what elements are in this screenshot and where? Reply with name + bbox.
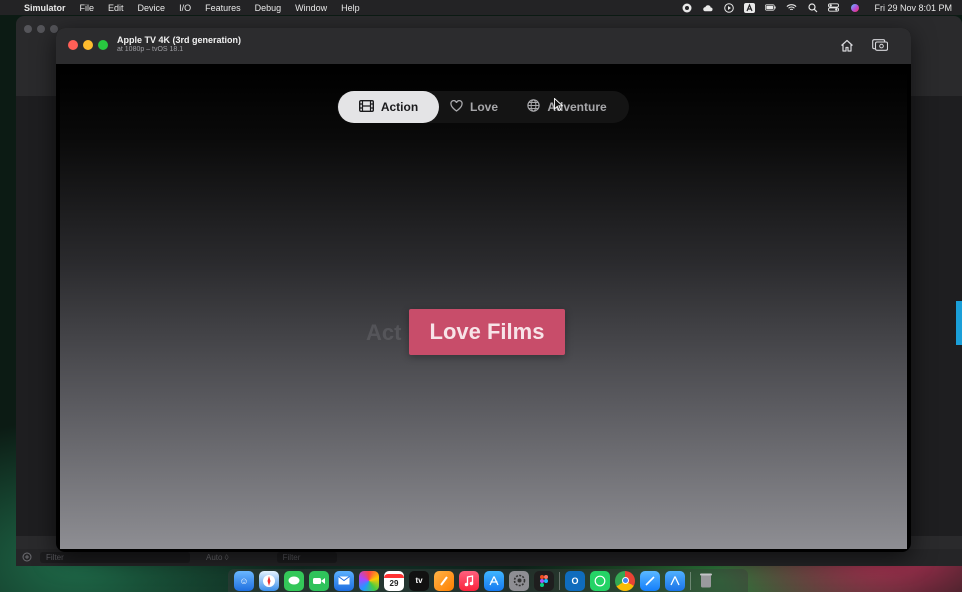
outlook-icon[interactable]: O [565, 570, 585, 591]
xcode-inspector-strip [908, 96, 962, 536]
facetime-icon[interactable] [309, 570, 329, 591]
simulator-titlebar[interactable]: Apple TV 4K (3rd generation) at 1080p – … [56, 28, 911, 64]
input-source-icon[interactable] [744, 2, 756, 13]
xcode-min-dot[interactable] [37, 25, 45, 33]
safari-icon[interactable] [259, 570, 279, 591]
screenshot-icon [872, 39, 888, 51]
menu-debug[interactable]: Debug [255, 3, 282, 13]
control-center-icon[interactable] [828, 3, 840, 12]
auto-selector[interactable]: Auto ◊ [206, 553, 229, 562]
finder-icon[interactable]: ☺ [234, 570, 254, 591]
trash-icon[interactable] [696, 571, 716, 591]
messages-icon[interactable] [284, 570, 304, 591]
love-films-card[interactable]: Love Films [409, 309, 565, 355]
tab-love-label: Love [470, 100, 499, 114]
wifi-icon[interactable] [786, 3, 797, 12]
dock-separator-2 [690, 571, 691, 590]
menu-features[interactable]: Features [205, 3, 241, 13]
menu-app-name[interactable]: Simulator [24, 3, 66, 13]
apple-tv-label: tv [415, 576, 423, 585]
dock: ☺ 29 tv O [228, 569, 748, 592]
maximize-button[interactable] [98, 40, 108, 50]
dock-separator [559, 571, 560, 590]
film-icon [358, 99, 374, 115]
xcode-blue-accent [956, 301, 962, 345]
menu-device[interactable]: Device [138, 3, 166, 13]
menu-help[interactable]: Help [341, 3, 360, 13]
home-icon [841, 39, 853, 52]
menu-window[interactable]: Window [295, 3, 327, 13]
top-tab-bar: Action Love Adventure [337, 91, 629, 123]
menu-clock[interactable]: Fri 29 Nov 8:01 PM [874, 3, 952, 13]
app-store-icon[interactable] [484, 570, 504, 591]
photos-icon[interactable] [359, 570, 379, 591]
heart-icon [450, 99, 463, 115]
chrome-icon[interactable] [615, 570, 635, 591]
menu-file[interactable]: File [80, 3, 95, 13]
xcode-navigator-strip [16, 96, 60, 536]
globe-icon [527, 99, 541, 115]
faded-action-title: Act [366, 320, 402, 345]
console-filter-input[interactable]: Filter [276, 552, 337, 563]
tv-screen[interactable]: Action Love Adventure Act Love Films [60, 71, 907, 549]
battery-icon[interactable] [765, 3, 777, 12]
xcode-icon[interactable] [640, 570, 660, 591]
status-area: Fri 29 Nov 8:01 PM [681, 2, 952, 13]
menu-io[interactable]: I/O [179, 3, 191, 13]
siri-icon[interactable] [849, 3, 860, 12]
xcode-close-dot[interactable] [24, 25, 32, 33]
tab-action[interactable]: Action [338, 91, 439, 123]
navigator-filter-input[interactable]: Filter [40, 552, 190, 563]
simulator-device-subtitle: at 1080p – tvOS 18.1 [117, 46, 184, 53]
tab-action-label: Action [380, 100, 419, 114]
tab-love[interactable]: Love [439, 91, 509, 123]
minimize-button[interactable] [83, 40, 93, 50]
close-button[interactable] [68, 40, 78, 50]
spotlight-search-icon[interactable] [807, 2, 818, 12]
add-icon[interactable] [22, 552, 32, 564]
tab-adventure[interactable]: Adventure [509, 91, 625, 123]
mail-icon[interactable] [334, 570, 354, 591]
menu-bar: Simulator File Edit Device I/O Features … [0, 0, 962, 15]
simulator-device-title: Apple TV 4K (3rd generation) [117, 35, 242, 45]
play-circle-icon[interactable] [723, 2, 734, 13]
simulator-window: Apple TV 4K (3rd generation) at 1080p – … [56, 28, 911, 552]
cloud-icon[interactable] [702, 3, 714, 12]
calendar-day: 29 [389, 578, 399, 588]
calendar-icon[interactable]: 29 [384, 570, 404, 591]
pages-icon[interactable] [434, 570, 454, 591]
figma-icon[interactable] [534, 570, 554, 591]
menu-edit[interactable]: Edit [108, 3, 124, 13]
music-icon[interactable] [459, 570, 479, 591]
mouse-cursor-icon [554, 97, 564, 116]
system-settings-icon[interactable] [509, 570, 529, 591]
home-button[interactable] [838, 37, 856, 53]
record-icon[interactable] [681, 3, 692, 12]
whatsapp-icon[interactable] [590, 570, 610, 591]
simulator-icon[interactable] [665, 570, 685, 591]
screenshot-button[interactable] [871, 37, 889, 53]
apple-tv-icon[interactable]: tv [409, 570, 429, 591]
